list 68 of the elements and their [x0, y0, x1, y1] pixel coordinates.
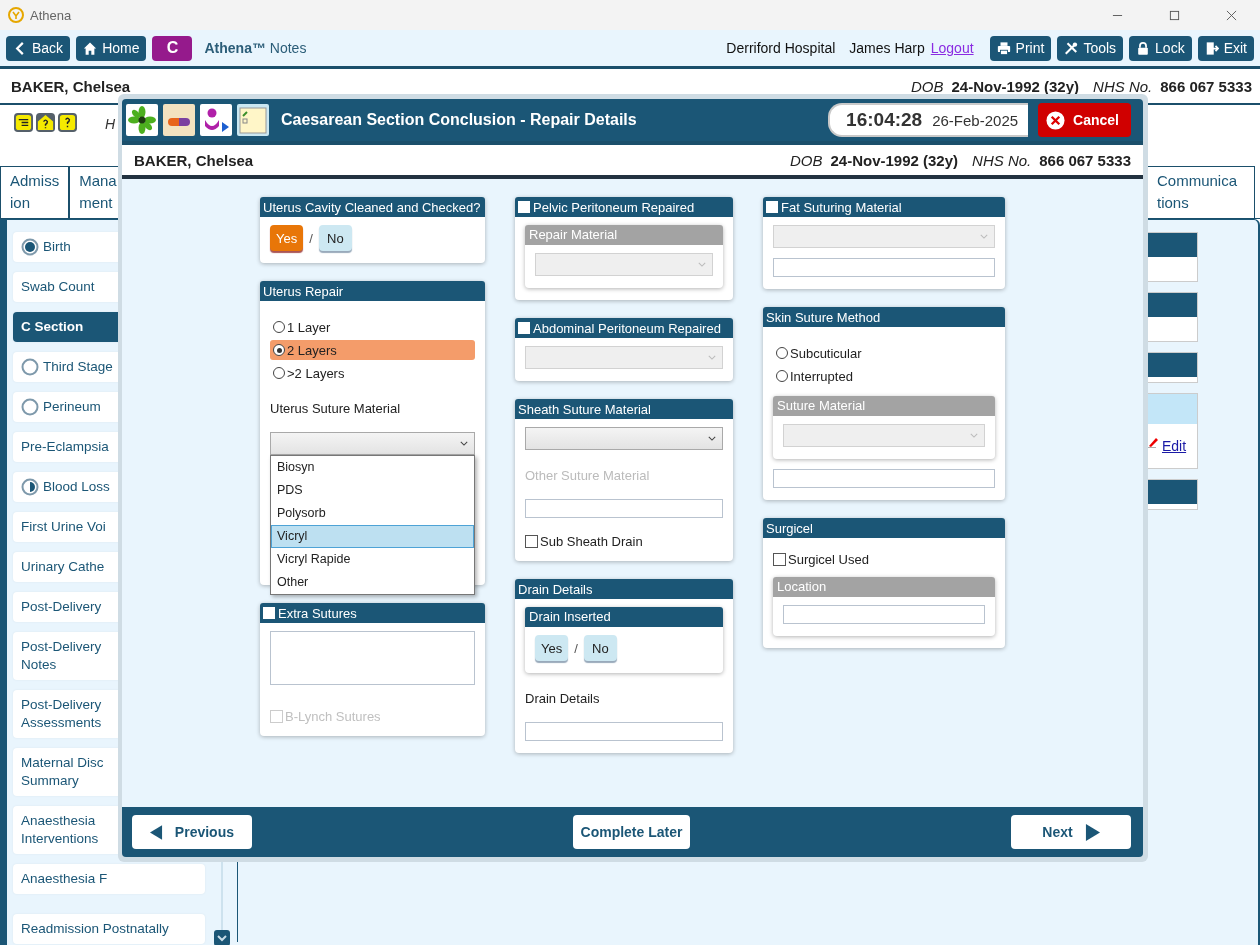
tab[interactable]: Admiss ion: [0, 166, 70, 218]
lock-button[interactable]: Lock: [1129, 35, 1192, 61]
sub-card-title: Drain Inserted: [525, 607, 723, 627]
card-title: Skin Suture Method: [766, 309, 881, 325]
logout-link[interactable]: Logout: [930, 40, 974, 56]
field-label: Other Suture Material: [525, 468, 651, 483]
nhs-label: NHS No.: [972, 151, 1032, 169]
module-badge[interactable]: C: [152, 35, 193, 61]
field-label: Drain Details: [525, 691, 601, 706]
choice-button[interactable]: Yes: [535, 635, 569, 661]
nhs-value: 866 067 5333: [1160, 77, 1252, 95]
separator: /: [574, 640, 578, 656]
sidebar-item[interactable]: Readmission Postnatally: [13, 914, 205, 944]
next-button[interactable]: Next: [1011, 815, 1131, 849]
back-button[interactable]: Back: [6, 35, 71, 61]
previous-button[interactable]: Previous: [132, 815, 252, 849]
complete-later-button[interactable]: Complete Later: [572, 815, 691, 849]
radio-option[interactable]: Interrupted: [773, 366, 995, 386]
app-name: Athena™ Notes: [204, 40, 307, 56]
sidebar-item[interactable]: Anaesthesia F: [13, 864, 205, 894]
sub-card-title: Location: [773, 577, 995, 597]
radio-option[interactable]: 1 Layer: [270, 317, 475, 337]
clock-display: 16:04:28 26-Feb-2025: [828, 103, 1029, 137]
separator: /: [309, 230, 313, 246]
card-title: Abdominal Peritoneum Repaired: [533, 320, 721, 336]
card-title: Extra Sutures: [278, 605, 357, 621]
cancel-button[interactable]: Cancel: [1038, 103, 1131, 137]
sub-card-title: Suture Material: [773, 396, 995, 416]
field-label: Uterus Suture Material: [270, 401, 402, 416]
window-title: Athena: [30, 7, 72, 23]
dropdown-option[interactable]: Biosyn: [271, 456, 474, 479]
tools-button[interactable]: Tools: [1057, 35, 1124, 61]
dropdown-option[interactable]: PDS: [271, 479, 474, 502]
dropdown-option[interactable]: Vicryl: [271, 525, 474, 548]
dob-label: DOB: [910, 77, 944, 95]
nhs-value: 866 067 5333: [1039, 151, 1131, 169]
home-button[interactable]: Home: [76, 35, 147, 61]
dob-value: 24-Nov-1992 (32y): [830, 151, 959, 169]
card-title: Pelvic Peritoneum Repaired: [533, 199, 695, 215]
checkbox-option[interactable]: Surgicel Used: [773, 552, 995, 567]
card-title: Drain Details: [518, 581, 593, 597]
card-title: Sheath Suture Material: [518, 401, 651, 417]
nhs-label: NHS No.: [1093, 77, 1153, 95]
checkbox-option[interactable]: Sub Sheath Drain: [525, 534, 723, 549]
card-title: Fat Suturing Material: [781, 199, 902, 215]
choice-button[interactable]: No: [318, 225, 352, 251]
choice-button[interactable]: No: [583, 635, 617, 661]
header-text: H: [105, 116, 116, 132]
radio-option[interactable]: 2 Layers: [270, 340, 475, 360]
exit-button[interactable]: Exit: [1197, 35, 1254, 61]
dialog-title: Caesarean Section Conclusion - Repair Details: [281, 111, 637, 129]
user-name: James Harp: [849, 40, 925, 56]
dob-label: DOB: [789, 151, 823, 169]
edit-link[interactable]: Edit: [1162, 438, 1187, 454]
hospital-name: Derriford Hospital: [726, 40, 836, 56]
patient-name: BAKER, Chelsea: [11, 77, 131, 95]
print-button[interactable]: Print: [989, 35, 1052, 61]
patient-name: BAKER, Chelsea: [134, 151, 254, 169]
card-title: Uterus Repair: [263, 283, 344, 299]
card-title: Surgicel: [766, 520, 813, 536]
sub-card-title: Repair Material: [525, 225, 723, 245]
radio-option[interactable]: >2 Layers: [270, 363, 475, 383]
dob-value: 24-Nov-1992 (32y): [951, 77, 1080, 95]
dropdown-option[interactable]: Other: [271, 571, 474, 594]
radio-option[interactable]: Subcuticular: [773, 343, 995, 363]
dropdown-option[interactable]: Polysorb: [271, 502, 474, 525]
dropdown-option[interactable]: Vicryl Rapide: [271, 548, 474, 571]
card-title: Uterus Cavity Cleaned and Checked?: [263, 199, 481, 215]
